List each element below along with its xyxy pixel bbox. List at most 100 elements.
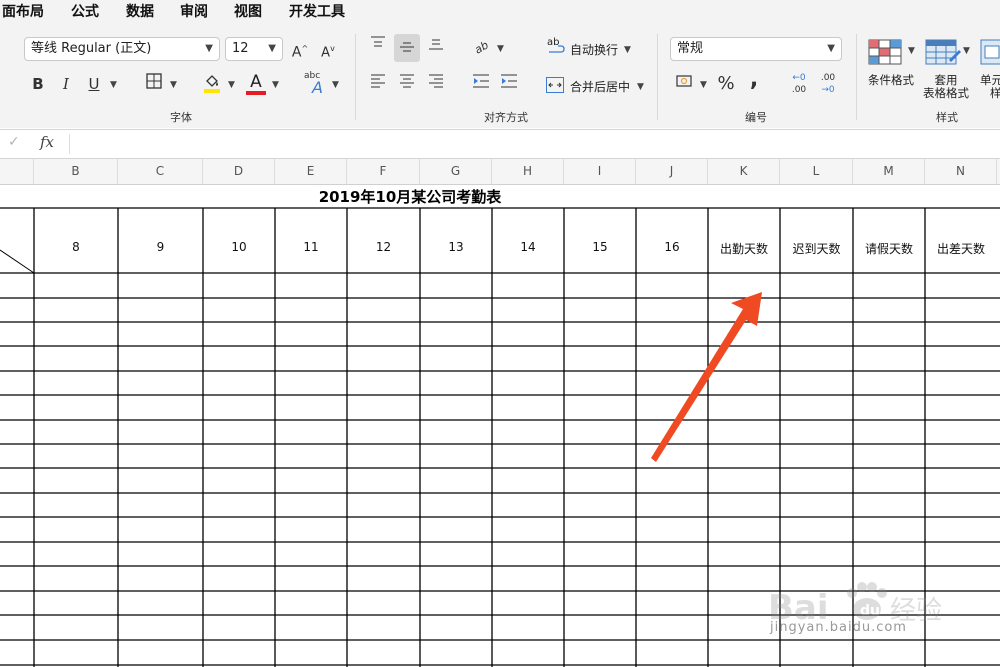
underline-button[interactable]: U	[82, 72, 106, 96]
chevron-down-icon: ▼	[827, 43, 835, 54]
increase-decimal-button[interactable]: ←0.00	[786, 72, 812, 96]
merge-center-chevron-icon[interactable]: ▼	[637, 82, 644, 92]
format-as-table-icon[interactable]	[925, 38, 961, 68]
format-as-table-chevron-icon[interactable]: ▼	[963, 46, 970, 56]
increase-indent-button[interactable]	[497, 72, 521, 96]
fill-color-button[interactable]	[200, 72, 224, 96]
cell-styles-icon[interactable]	[980, 38, 1000, 68]
phonetic-button[interactable]: abc A	[302, 68, 330, 97]
percent-style-button[interactable]: %	[714, 72, 738, 96]
header-cell[interactable]: 出勤天数	[708, 240, 780, 257]
header-cell[interactable]: 请假天数	[853, 240, 925, 257]
column-header-h[interactable]: H	[492, 159, 564, 184]
border-grid-icon	[146, 73, 162, 89]
increase-font-size-button[interactable]: A^	[288, 37, 312, 61]
header-cell[interactable]: 迟到天数	[780, 240, 853, 257]
font-color-button[interactable]: A	[244, 70, 268, 95]
menu-developer[interactable]: 开发工具	[289, 1, 345, 21]
select-all-corner[interactable]	[0, 159, 34, 184]
merge-center-button[interactable]: 合并后居中	[570, 78, 630, 95]
orientation-button[interactable]: ab	[470, 34, 494, 58]
align-left-icon	[371, 74, 385, 88]
header-cell[interactable]: 12	[347, 240, 420, 254]
header-cell[interactable]: 出差天数	[925, 240, 997, 257]
cell-styles-button[interactable]: 单元 样	[980, 74, 1000, 100]
conditional-format-chevron-icon[interactable]: ▼	[908, 46, 915, 56]
menu-page-layout[interactable]: 面布局	[2, 1, 44, 21]
font-size-dropdown[interactable]: 12 ▼	[225, 37, 283, 61]
align-center-button[interactable]	[395, 72, 419, 96]
menu-formulas[interactable]: 公式	[71, 1, 99, 21]
align-right-button[interactable]	[424, 72, 448, 96]
align-bottom-button[interactable]	[424, 34, 448, 58]
wrap-text-button[interactable]: 自动换行	[570, 41, 618, 58]
header-cell[interactable]: 14	[492, 240, 564, 254]
align-right-icon	[429, 74, 443, 88]
header-cell[interactable]: 10	[203, 240, 275, 254]
header-cell[interactable]: 13	[420, 240, 492, 254]
column-header-c[interactable]: C	[118, 159, 203, 184]
align-middle-button[interactable]	[394, 34, 420, 62]
borders-button[interactable]	[142, 72, 166, 96]
format-as-table-button[interactable]: 套用 表格格式	[920, 74, 972, 100]
column-header-d[interactable]: D	[203, 159, 275, 184]
decrease-indent-button[interactable]	[469, 72, 493, 96]
column-header-k[interactable]: K	[708, 159, 780, 184]
header-cell[interactable]: 9	[118, 240, 203, 254]
align-middle-icon	[400, 42, 414, 52]
column-header-l[interactable]: L	[780, 159, 853, 184]
underline-chevron-icon[interactable]: ▼	[110, 80, 117, 90]
number-format-dropdown[interactable]: 常规 ▼	[670, 37, 842, 61]
right-arrow-icon: →0	[821, 85, 835, 95]
accounting-format-button[interactable]	[673, 72, 697, 96]
menu-view[interactable]: 视图	[234, 1, 262, 21]
align-top-button[interactable]	[366, 34, 390, 58]
decrease-font-icon: A	[321, 45, 331, 61]
column-header-i[interactable]: I	[564, 159, 636, 184]
format-as-table-label-1: 套用	[934, 73, 958, 87]
header-cell[interactable]: 11	[275, 240, 347, 254]
baidu-jingyan-watermark-icon: Bai du 经验	[768, 582, 942, 628]
column-header-f[interactable]: F	[347, 159, 420, 184]
header-cell[interactable]: 15	[564, 240, 636, 254]
font-color-chevron-icon[interactable]: ▼	[272, 80, 279, 90]
header-cell[interactable]: 16	[636, 240, 708, 254]
sheet-title[interactable]: 2019年10月某公司考勤表	[0, 185, 820, 209]
bold-button[interactable]: B	[26, 72, 50, 96]
column-header-j[interactable]: J	[636, 159, 708, 184]
accounting-chevron-icon[interactable]: ▼	[700, 80, 707, 90]
comma-style-button[interactable]: ,	[742, 68, 766, 92]
font-name-dropdown[interactable]: 等线 Regular (正文) ▼	[24, 37, 220, 61]
decrease-font-size-button[interactable]: Av	[316, 37, 340, 61]
borders-chevron-icon[interactable]: ▼	[170, 80, 177, 90]
phonetic-chevron-icon[interactable]: ▼	[332, 80, 339, 90]
svg-text:du: du	[860, 603, 880, 619]
header-cell[interactable]: 8	[34, 240, 118, 254]
conditional-format-button[interactable]: 条件格式	[864, 74, 918, 87]
chevron-down-icon: ▼	[205, 43, 213, 54]
dec-left-label: .00	[791, 85, 807, 95]
column-header-n[interactable]: N	[925, 159, 997, 184]
font-name-value: 等线 Regular (正文)	[31, 41, 152, 56]
align-left-button[interactable]	[366, 72, 390, 96]
wrap-text-chevron-icon[interactable]: ▼	[624, 45, 631, 55]
italic-button[interactable]: I	[54, 72, 78, 96]
function-icon[interactable]: fx	[40, 133, 54, 151]
column-header-b[interactable]: B	[34, 159, 118, 184]
menu-review[interactable]: 审阅	[180, 1, 208, 21]
formula-input[interactable]	[78, 134, 978, 154]
font-color-icon: A	[250, 72, 262, 92]
number-format-value: 常规	[677, 41, 704, 56]
paint-bucket-icon	[204, 75, 220, 93]
decrease-indent-icon	[473, 74, 489, 88]
column-header-m[interactable]: M	[853, 159, 925, 184]
orientation-chevron-icon[interactable]: ▼	[497, 44, 504, 54]
fill-color-chevron-icon[interactable]: ▼	[228, 80, 235, 90]
accounting-icon	[676, 75, 692, 87]
conditional-format-icon[interactable]	[868, 38, 904, 68]
column-header-g[interactable]: G	[420, 159, 492, 184]
menu-data[interactable]: 数据	[126, 1, 154, 21]
column-header-e[interactable]: E	[275, 159, 347, 184]
decrease-decimal-button[interactable]: .00 →0	[815, 72, 841, 96]
check-icon[interactable]: ✓	[8, 134, 20, 150]
